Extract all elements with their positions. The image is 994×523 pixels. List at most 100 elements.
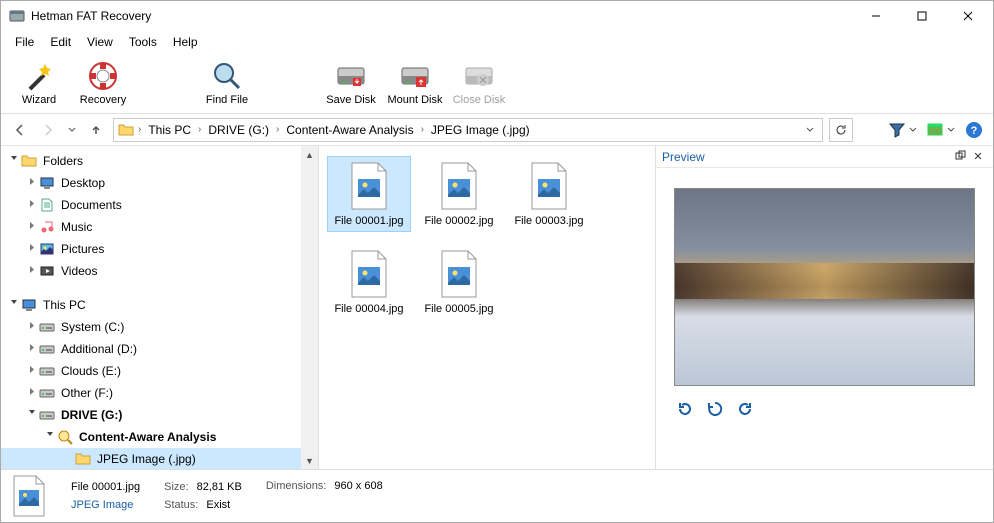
tree-thispc-root[interactable]: This PC: [1, 294, 318, 316]
folder-type-icon: [39, 175, 55, 191]
address-dropdown[interactable]: [802, 123, 818, 137]
file-image-icon: [528, 161, 570, 211]
tree-jpeg-leaf[interactable]: JPEG Image (.jpg): [1, 448, 318, 469]
breadcrumb-separator[interactable]: [274, 124, 281, 135]
file-item[interactable]: File 00001.jpg: [327, 156, 411, 232]
window-title: Hetman FAT Recovery: [31, 9, 853, 23]
save-disk-icon: [335, 60, 367, 92]
tree-folder-item[interactable]: Videos: [1, 260, 318, 282]
rotate-left-icon[interactable]: [676, 400, 694, 418]
save-disk-button[interactable]: Save Disk: [319, 54, 383, 112]
expand-icon[interactable]: [25, 387, 39, 399]
tree-drive-item[interactable]: Other (F:): [1, 382, 318, 404]
tree-folder-item[interactable]: Pictures: [1, 238, 318, 260]
tree-scrollbar[interactable]: ▲ ▼: [301, 146, 318, 469]
menu-help[interactable]: Help: [165, 33, 206, 51]
expand-icon[interactable]: [25, 177, 39, 189]
minimize-button[interactable]: [853, 1, 899, 31]
status-bar: File 00001.jpg JPEG Image Size:82,81 KB …: [1, 469, 993, 522]
app-icon: [9, 8, 25, 24]
tree-folder-item[interactable]: Desktop: [1, 172, 318, 194]
tree-label: Music: [61, 220, 92, 234]
close-disk-label: Close Disk: [453, 94, 506, 106]
menubar: File Edit View Tools Help: [1, 31, 993, 52]
scroll-up-button[interactable]: ▲: [301, 146, 318, 163]
recovery-label: Recovery: [80, 94, 126, 106]
file-item[interactable]: File 00005.jpg: [417, 244, 501, 320]
file-image-icon: [348, 249, 390, 299]
expand-icon[interactable]: [25, 265, 39, 277]
save-disk-label: Save Disk: [326, 94, 376, 106]
tree-drive-item[interactable]: Additional (D:): [1, 338, 318, 360]
mount-disk-label: Mount Disk: [387, 94, 442, 106]
find-file-button[interactable]: Find File: [195, 54, 259, 112]
tree-drive-item[interactable]: System (C:): [1, 316, 318, 338]
view-mode-button[interactable]: [925, 120, 957, 140]
drive-icon: [39, 363, 55, 379]
funnel-icon: [889, 122, 907, 138]
crumb-jpeg[interactable]: JPEG Image (.jpg): [428, 123, 533, 137]
expand-icon[interactable]: [25, 343, 39, 355]
menu-tools[interactable]: Tools: [121, 33, 165, 51]
menu-file[interactable]: File: [7, 33, 42, 51]
drive-icon: [39, 385, 55, 401]
wizard-label: Wizard: [22, 94, 56, 106]
tree-folder-item[interactable]: Music: [1, 216, 318, 238]
breadcrumb-separator[interactable]: [136, 124, 143, 135]
crumb-this-pc[interactable]: This PC: [145, 123, 194, 137]
folder-tree: Folders Desktop Documents Music Pictures…: [1, 146, 319, 469]
expand-icon[interactable]: [25, 243, 39, 255]
main-area: Folders Desktop Documents Music Pictures…: [1, 146, 993, 469]
expand-icon[interactable]: [25, 409, 39, 421]
pc-icon: [21, 297, 37, 313]
rotate-reset-icon[interactable]: [706, 400, 724, 418]
tree-analysis[interactable]: Content-Aware Analysis: [1, 426, 318, 448]
refresh-button[interactable]: [829, 118, 853, 142]
preview-rotate-controls: [656, 392, 993, 426]
help-button[interactable]: ?: [963, 119, 985, 141]
collapse-icon[interactable]: [7, 155, 21, 167]
tree-drive-item[interactable]: DRIVE (G:): [1, 404, 318, 426]
file-grid[interactable]: File 00001.jpg File 00002.jpg File 00003…: [319, 146, 655, 469]
expand-icon[interactable]: [25, 321, 39, 333]
collapse-icon[interactable]: [43, 431, 57, 443]
nav-history-dropdown[interactable]: [65, 119, 79, 141]
menu-view[interactable]: View: [79, 33, 121, 51]
scroll-down-button[interactable]: ▼: [301, 452, 318, 469]
tree-folders-root[interactable]: Folders: [1, 150, 318, 172]
preview-header: Preview ✕: [656, 146, 993, 168]
wizard-button[interactable]: Wizard: [7, 54, 71, 112]
expand-icon[interactable]: [25, 199, 39, 211]
crumb-analysis[interactable]: Content-Aware Analysis: [283, 123, 416, 137]
file-name: File 00002.jpg: [424, 215, 493, 227]
filter-button[interactable]: [887, 120, 919, 140]
close-button[interactable]: [945, 1, 991, 31]
magnifier-icon: [211, 60, 243, 92]
tree-label: Documents: [61, 198, 122, 212]
nav-back-button[interactable]: [9, 119, 31, 141]
tree-folder-item[interactable]: Documents: [1, 194, 318, 216]
tree-drive-item[interactable]: Clouds (E:): [1, 360, 318, 382]
file-item[interactable]: File 00003.jpg: [507, 156, 591, 232]
file-item[interactable]: File 00002.jpg: [417, 156, 501, 232]
mount-disk-button[interactable]: Mount Disk: [383, 54, 447, 112]
preview-popout-button[interactable]: [951, 150, 969, 164]
breadcrumb-separator[interactable]: [419, 124, 426, 135]
rotate-right-icon[interactable]: [736, 400, 754, 418]
expand-icon[interactable]: [25, 221, 39, 233]
titlebar: Hetman FAT Recovery: [1, 1, 993, 31]
breadcrumb-separator[interactable]: [196, 124, 203, 135]
menu-edit[interactable]: Edit: [42, 33, 79, 51]
maximize-button[interactable]: [899, 1, 945, 31]
folder-type-icon: [39, 197, 55, 213]
nav-up-button[interactable]: [85, 119, 107, 141]
file-item[interactable]: File 00004.jpg: [327, 244, 411, 320]
tree-label: Content-Aware Analysis: [79, 430, 216, 444]
find-file-label: Find File: [206, 94, 248, 106]
recovery-button[interactable]: Recovery: [71, 54, 135, 112]
preview-close-button[interactable]: ✕: [969, 150, 987, 163]
expand-icon[interactable]: [25, 365, 39, 377]
collapse-icon[interactable]: [7, 299, 21, 311]
address-bar[interactable]: This PC DRIVE (G:) Content-Aware Analysi…: [113, 118, 823, 142]
crumb-drive[interactable]: DRIVE (G:): [205, 123, 272, 137]
